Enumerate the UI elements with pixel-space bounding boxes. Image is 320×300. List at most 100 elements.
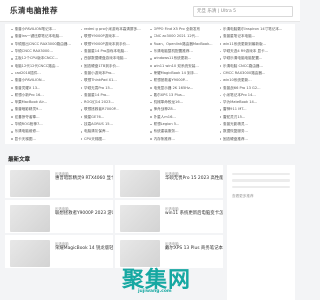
link-item[interactable]: win11 win10 双系统安装... — [150, 64, 220, 69]
link-text[interactable]: 固态硬盘1TB到手价... — [84, 64, 120, 69]
article-thumbnail[interactable] — [10, 205, 50, 232]
article-card[interactable]: 乐清电脑华硕无畏Pro 15 2023 高性能轻薄本推荐 — [115, 165, 223, 198]
link-item[interactable]: 雷神911 MT... — [219, 107, 290, 112]
link-item[interactable]: 惠普小PAVILION笔记本... — [11, 27, 81, 32]
link-item[interactable]: 惠普星14 Pro游戏本电脑... — [80, 49, 151, 54]
link-text[interactable]: 戴尔XPS 13 Plus... — [154, 93, 186, 98]
site-title[interactable]: 乐清电脑推荐 — [10, 5, 58, 16]
article-title[interactable]: 戴尔XPS 13 Plus 商务笔记本体验 — [165, 246, 223, 252]
link-text[interactable]: 数据恢复服务... — [223, 129, 248, 134]
link-text[interactable]: 西部数据硬盘游戏本电脑... — [84, 56, 127, 61]
link-text[interactable]: 联想小新Pro 16... — [15, 93, 44, 98]
link-text[interactable]: 惠普小PAVILION... — [15, 78, 45, 83]
link-item[interactable]: 主板12个CPU版本CNCC... — [11, 56, 81, 61]
link-item[interactable]: win11系统更新到最新版... — [219, 42, 290, 47]
link-item[interactable]: 惠普暗影精灵9... — [11, 107, 81, 112]
link-item[interactable]: 乐清电脑整机配置推荐... — [150, 49, 220, 54]
link-text[interactable]: ROG幻14 2023... — [84, 100, 114, 105]
link-item[interactable]: 显卡天梯图... — [11, 137, 81, 142]
link-text[interactable]: 微星GE76... — [84, 115, 104, 120]
link-item[interactable]: 华硕CNCC RAX3000... — [11, 49, 81, 54]
link-item[interactable]: CPU天梯图... — [80, 137, 151, 142]
link-item[interactable]: 苹果MacBook Air... — [11, 100, 81, 105]
link-text[interactable]: 华硕ROG枪神7... — [15, 122, 43, 127]
link-text[interactable]: 乐清电脑维修... — [15, 129, 40, 134]
link-item[interactable]: Ruan、Openlink路由器MacBook... — [150, 42, 220, 47]
article-card[interactable]: 乐清电脑惠普暗影精灵9 RTX4060 显卡游戏本电脑 — [5, 165, 113, 198]
search-input[interactable]: 元旦 乐清 | Ultra 5 — [193, 6, 293, 17]
link-text[interactable]: OPPO Find X5 Pro 全新发布 — [154, 27, 201, 32]
link-item[interactable]: 华硕乐清电脑电脑配置... — [219, 56, 290, 61]
link-item[interactable]: 惠普星14 Pro... — [80, 93, 151, 98]
link-item[interactable]: 数据恢复服务... — [219, 129, 290, 134]
article-title[interactable]: 联想拯救者Y9000P 2023 游戏本到手价 — [55, 211, 113, 217]
link-text[interactable]: win11 win10 双系统安装... — [154, 64, 199, 69]
link-item[interactable]: 乐清电脑维修... — [11, 129, 81, 134]
link-item[interactable]: 荣耀MagicBook 14 到手... — [150, 71, 220, 76]
link-item[interactable]: 内存条推荐... — [150, 137, 220, 142]
article-card[interactable]: 乐清电脑荣耀MagicBook 14 锐龙版轻薄本测评 — [5, 235, 113, 268]
link-text[interactable]: 乐清电脑整机配置推荐... — [154, 49, 193, 54]
link-text[interactable]: 雷蛇灵刃15... — [223, 115, 245, 120]
link-item[interactable]: win10系统更新... — [219, 78, 290, 83]
link-text[interactable]: 惠普灵耀X 13... — [15, 86, 41, 91]
link-text[interactable]: 惠普星14 Pro... — [84, 93, 110, 98]
link-item[interactable]: 惠普Ins一键还原笔记本电脑... — [11, 34, 81, 39]
article-thumbnail[interactable] — [10, 170, 50, 197]
link-item[interactable]: cad2018插件... — [11, 71, 81, 76]
link-item[interactable]: 乐清电脑戴尔Inspiron 14寸笔记本... — [219, 27, 290, 32]
link-text[interactable]: 惠普战66 Pro 13 G2... — [223, 86, 261, 91]
link-text[interactable]: 惠普Ins一键还原笔记本电脑... — [15, 34, 63, 39]
link-text[interactable]: 机械革命蛟龙16... — [154, 100, 184, 105]
link-text[interactable]: 神舟战神Z8... — [154, 107, 177, 112]
link-item[interactable]: 联想Legion 5... — [150, 122, 220, 127]
link-item[interactable]: 联想Y9000P游戏本... — [80, 34, 151, 39]
link-text[interactable]: redmi g pro小米游戏本高清屏多... — [84, 27, 141, 32]
link-item[interactable]: 电脑12代12代CNCC路由... — [11, 64, 81, 69]
article-thumbnail[interactable] — [10, 240, 50, 267]
link-text[interactable]: 乐清电脑戴尔Inspiron 14寸笔记本... — [223, 27, 282, 32]
link-item[interactable]: 联想小新Pro 16... — [11, 93, 81, 98]
article-title[interactable]: 华硕无畏Pro 15 2023 高性能轻薄本推荐 — [165, 176, 223, 182]
link-item[interactable]: 联想ThinkPad X1... — [80, 78, 151, 83]
link-text[interactable]: 华硕推出CNCC RAX3000路由器... — [15, 42, 71, 47]
article-title[interactable]: win11 系统更新后电脑变卡怎么解决 — [165, 211, 223, 217]
article-title[interactable]: 荣耀MagicBook 14 锐龙版轻薄本测评 — [55, 246, 113, 252]
link-text[interactable]: 小米笔记本Pro 14... — [223, 93, 256, 98]
link-text[interactable]: 荣耀MagicBook 14 到手... — [154, 71, 198, 76]
link-item[interactable]: 惠普小PAVILION... — [11, 78, 81, 83]
link-item[interactable]: CMCC RAX3000路由器... — [219, 71, 290, 76]
link-text[interactable]: 系统重装服务... — [154, 129, 179, 134]
link-item[interactable]: 惠普光影精灵... — [219, 122, 290, 127]
link-item[interactable]: CNC ac3000 2021 12代... — [150, 34, 220, 39]
link-text[interactable]: 雷神911 MT... — [223, 107, 247, 112]
link-item[interactable]: 固态硬盘推荐... — [219, 137, 290, 142]
link-text[interactable]: 华硕乐清电脑电脑配置... — [223, 56, 262, 61]
link-text[interactable]: 惠普小PAVILION笔记本... — [15, 27, 56, 32]
link-text[interactable]: CNC ac3000 2021 12代... — [154, 34, 199, 39]
link-text[interactable]: 惠普星笔记本电脑... — [223, 34, 255, 39]
link-item[interactable]: 神舟战神Z8... — [150, 107, 220, 112]
link-item[interactable]: 华为MateBook 14... — [219, 100, 290, 105]
link-text[interactable]: 电脑12代12代CNCC路由... — [15, 64, 59, 69]
link-text[interactable]: 华硕天选4 R9游戏本 显卡... — [223, 49, 268, 54]
link-item[interactable]: 惠普灵耀X 13... — [11, 86, 81, 91]
link-item[interactable]: windows11系统更新... — [150, 56, 220, 61]
link-text[interactable]: 联想Legion 5... — [154, 122, 180, 127]
link-text[interactable]: 电竞显示器 2K 165Hz... — [154, 86, 194, 91]
link-text[interactable]: 华硕CNCC RAX3000... — [15, 49, 53, 54]
link-item[interactable]: 电竞显示器 2K 165Hz... — [150, 86, 220, 91]
link-item[interactable]: 华硕推出CNCC RAX3000路由器... — [11, 42, 81, 47]
link-item[interactable]: 宏碁掠夺者擎... — [11, 115, 81, 120]
link-item[interactable]: ROG幻14 2023... — [80, 100, 151, 105]
link-text[interactable]: 主板12个CPU版本CNCC... — [15, 56, 59, 61]
link-text[interactable]: 显卡天梯图... — [15, 137, 36, 142]
link-text[interactable]: 联想ThinkPad X1... — [84, 78, 117, 83]
link-item[interactable]: 微星GE76... — [80, 115, 151, 120]
link-text[interactable]: 宏碁掠夺者擎... — [15, 115, 40, 120]
link-item[interactable]: 惠普战66 Pro 13 G2... — [219, 86, 290, 91]
link-item[interactable]: 电脑清灰保养... — [80, 129, 151, 134]
link-item[interactable]: 乐清电脑 CNCC路由器... — [219, 64, 290, 69]
link-item[interactable]: 外星人m16... — [150, 115, 220, 120]
article-card[interactable]: 乐清电脑联想拯救者Y9000P 2023 游戏本到手价 — [5, 200, 113, 233]
